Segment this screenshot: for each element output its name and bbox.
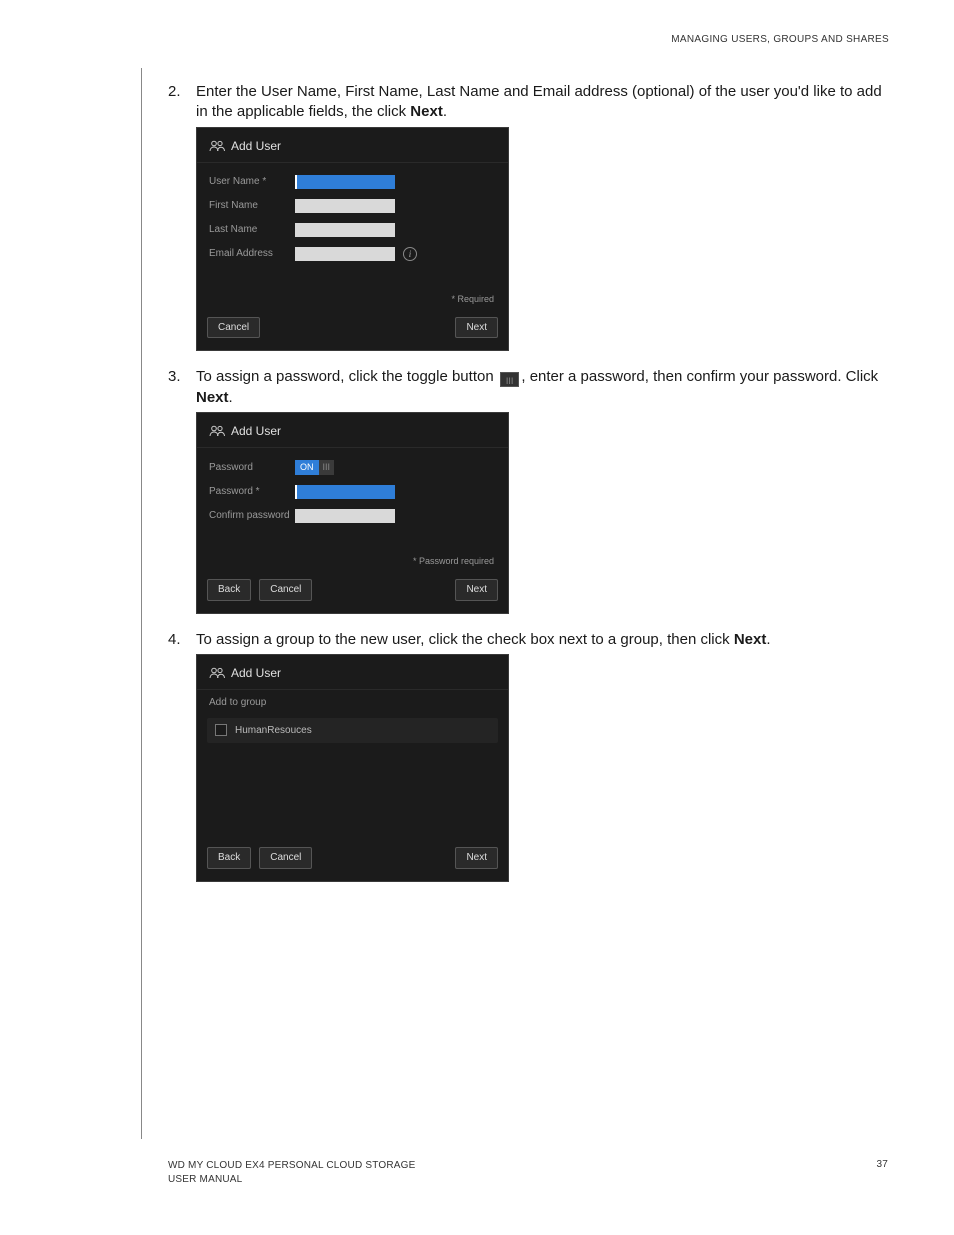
text: . (443, 103, 447, 120)
users-icon (209, 667, 225, 679)
cancel-button[interactable]: Cancel (259, 579, 312, 601)
users-icon (209, 425, 225, 437)
label-password: Password * (209, 485, 295, 499)
required-note: * Password required (197, 539, 508, 571)
footer-line-1: WD MY CLOUD EX4 PERSONAL CLOUD STORAGE (168, 1159, 415, 1173)
required-note: * Required (197, 277, 508, 309)
bold-next: Next (734, 631, 767, 648)
password-toggle[interactable]: ON III (295, 460, 334, 475)
step-number: 4. (168, 630, 196, 892)
text: To assign a group to the new user, click… (196, 631, 734, 648)
firstname-input[interactable] (295, 199, 395, 213)
step-text: To assign a group to the new user, click… (196, 630, 888, 650)
step-number: 3. (168, 367, 196, 623)
dialog-title-row: Add User (197, 413, 508, 448)
add-user-dialog-3: Add User Add to group HumanResouces Back… (196, 654, 509, 882)
bold-next: Next (410, 103, 443, 120)
add-to-group-label: Add to group (197, 690, 508, 714)
dialog-title: Add User (231, 423, 281, 439)
text: To assign a password, click the toggle b… (196, 368, 498, 385)
label-confirm: Confirm password (209, 509, 295, 523)
group-list: HumanResouces (207, 718, 498, 744)
toggle-handle: III (500, 372, 520, 387)
label-firstname: First Name (209, 199, 295, 213)
back-button[interactable]: Back (207, 847, 251, 869)
password-input[interactable] (295, 485, 395, 499)
group-item[interactable]: HumanResouces (207, 718, 498, 744)
lastname-input[interactable] (295, 223, 395, 237)
group-name: HumanResouces (235, 724, 312, 738)
text: Enter the User Name, First Name, Last Na… (196, 83, 882, 120)
toggle-handle: III (319, 460, 335, 475)
toggle-icon: III (500, 372, 520, 387)
label-password-toggle: Password (209, 461, 295, 475)
page-number: 37 (876, 1159, 888, 1187)
email-input[interactable] (295, 247, 395, 261)
page-header: MANAGING USERS, GROUPS AND SHARES (671, 34, 889, 45)
page-footer: WD MY CLOUD EX4 PERSONAL CLOUD STORAGE U… (168, 1159, 888, 1187)
text: . (766, 631, 770, 648)
label-username: User Name * (209, 175, 295, 189)
dialog-title: Add User (231, 138, 281, 154)
cancel-button[interactable]: Cancel (207, 317, 260, 339)
text: , enter a password, then confirm your pa… (521, 368, 878, 385)
step-3: 3. To assign a password, click the toggl… (168, 367, 888, 623)
group-checkbox[interactable] (215, 724, 227, 736)
text: . (229, 389, 233, 406)
label-email: Email Address (209, 247, 295, 261)
label-lastname: Last Name (209, 223, 295, 237)
step-text: To assign a password, click the toggle b… (196, 367, 888, 408)
add-user-dialog-1: Add User User Name * First Name Last Nam… (196, 127, 509, 352)
step-2: 2. Enter the User Name, First Name, Last… (168, 82, 888, 361)
cancel-button[interactable]: Cancel (259, 847, 312, 869)
users-icon (209, 140, 225, 152)
vertical-rule (141, 68, 142, 1139)
footer-line-2: USER MANUAL (168, 1173, 415, 1187)
dialog-title-row: Add User (197, 655, 508, 690)
toggle-on-label: ON (295, 460, 319, 475)
bold-next: Next (196, 389, 229, 406)
username-input[interactable] (295, 175, 395, 189)
dialog-title-row: Add User (197, 128, 508, 163)
info-icon[interactable]: i (403, 247, 417, 261)
next-button[interactable]: Next (455, 317, 498, 339)
add-user-dialog-2: Add User Password ON III Password * (196, 412, 509, 614)
next-button[interactable]: Next (455, 579, 498, 601)
step-4: 4. To assign a group to the new user, cl… (168, 630, 888, 892)
back-button[interactable]: Back (207, 579, 251, 601)
step-number: 2. (168, 82, 196, 361)
confirm-password-input[interactable] (295, 509, 395, 523)
main-content: 2. Enter the User Name, First Name, Last… (168, 82, 888, 898)
next-button[interactable]: Next (455, 847, 498, 869)
dialog-title: Add User (231, 665, 281, 681)
step-text: Enter the User Name, First Name, Last Na… (196, 82, 888, 123)
